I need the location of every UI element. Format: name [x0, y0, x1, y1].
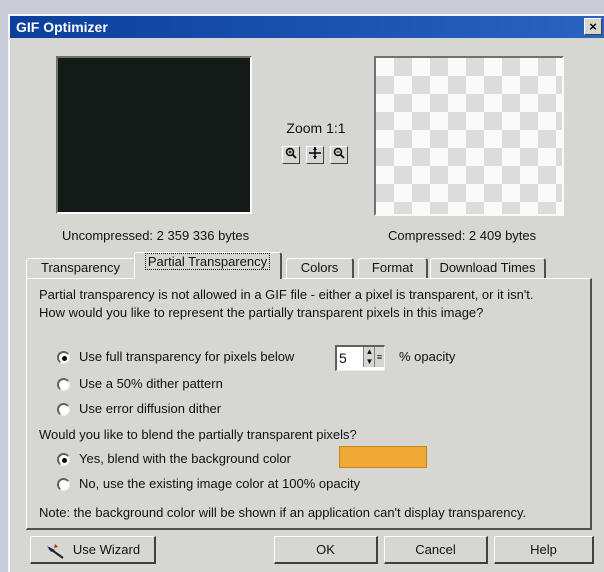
zoom-out-icon: [333, 147, 345, 162]
blend-no-label[interactable]: No, use the existing image color at 100%…: [79, 476, 360, 491]
gif-optimizer-dialog: GIF Optimizer × Zoom 1:1 Uncompressed: 2…: [8, 14, 604, 572]
pan-button[interactable]: [306, 146, 324, 164]
uncompressed-size-label: Uncompressed: 2 359 336 bytes: [62, 228, 250, 243]
tab-label: Partial Transparency: [144, 253, 271, 270]
opacity-value: 5: [339, 350, 347, 366]
full-transparency-radio[interactable]: [57, 351, 70, 364]
close-button[interactable]: ×: [584, 18, 602, 35]
wizard-wand-icon: [45, 543, 67, 559]
title-bar: GIF Optimizer ×: [10, 16, 604, 38]
cancel-button[interactable]: Cancel: [384, 536, 488, 564]
blend-no-radio[interactable]: [57, 478, 70, 491]
tab-partial-transparency[interactable]: Partial Transparency: [134, 252, 282, 279]
intro-text-line2: How would you like to represent the part…: [39, 305, 484, 320]
zoom-in-button[interactable]: [282, 146, 300, 164]
uncompressed-preview: [56, 56, 252, 214]
zoom-label: Zoom 1:1: [286, 120, 346, 136]
error-diffusion-radio[interactable]: [57, 403, 70, 416]
opacity-slider-button[interactable]: ≡: [374, 347, 384, 367]
ok-button[interactable]: OK: [274, 536, 378, 564]
tab-download-times[interactable]: Download Times: [430, 258, 546, 278]
error-diffusion-label[interactable]: Use error diffusion dither: [79, 401, 221, 416]
dither-pattern-radio[interactable]: [57, 378, 70, 391]
zoom-in-icon: [285, 147, 297, 162]
background-note: Note: the background color will be shown…: [39, 505, 527, 520]
window-title: GIF Optimizer: [16, 19, 108, 35]
tab-label: Transparency: [41, 260, 120, 275]
pan-icon: [309, 147, 321, 162]
opacity-unit-label: % opacity: [399, 349, 456, 364]
tab-label: Colors: [300, 260, 339, 275]
tab-label: Download Times: [439, 260, 536, 275]
blend-question: Would you like to blend the partially tr…: [39, 427, 357, 442]
use-wizard-button[interactable]: Use Wizard: [30, 536, 156, 564]
help-button[interactable]: Help: [494, 536, 594, 564]
partial-transparency-panel: Partial transparency is not allowed in a…: [26, 278, 592, 530]
blend-yes-label[interactable]: Yes, blend with the background color: [79, 451, 291, 466]
compressed-preview: [374, 56, 564, 216]
tab-label: Format: [371, 260, 414, 275]
tab-transparency[interactable]: Transparency: [26, 258, 136, 278]
full-transparency-label[interactable]: Use full transparency for pixels below: [79, 349, 294, 364]
blend-yes-radio[interactable]: [57, 453, 70, 466]
dither-pattern-label[interactable]: Use a 50% dither pattern: [79, 376, 223, 391]
background-color-swatch[interactable]: [339, 446, 427, 468]
intro-text-line1: Partial transparency is not allowed in a…: [39, 287, 534, 302]
use-wizard-label: Use Wizard: [72, 542, 141, 557]
compressed-size-label: Compressed: 2 409 bytes: [388, 228, 537, 243]
zoom-out-button[interactable]: [330, 146, 348, 164]
tab-format[interactable]: Format: [358, 258, 428, 278]
tab-colors[interactable]: Colors: [286, 258, 354, 278]
